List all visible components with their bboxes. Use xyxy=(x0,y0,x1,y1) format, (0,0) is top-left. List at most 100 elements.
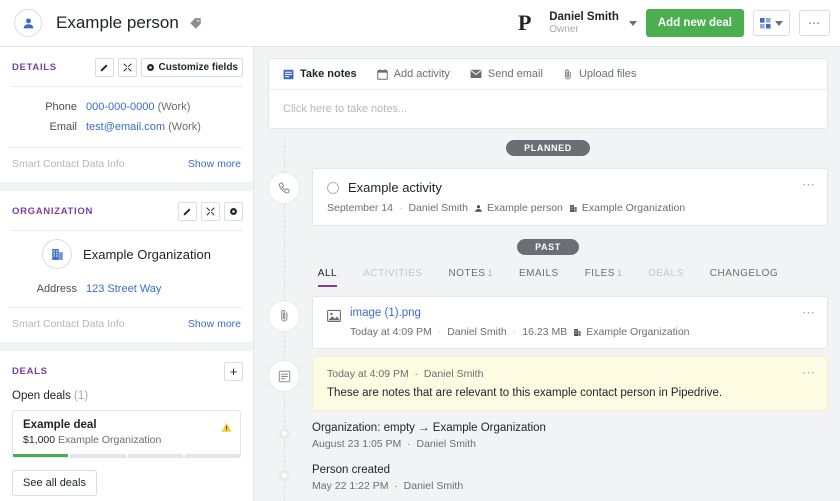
compose-box: Take notes Add activity Send email Uploa… xyxy=(268,58,828,129)
smart-contact-label: Smart Contact Data Info xyxy=(12,318,125,330)
tab-deals[interactable]: DEALS xyxy=(649,268,684,287)
file-more-button[interactable]: ⋯ xyxy=(802,306,816,319)
top-bar: Example person P Daniel Smith Owner Add … xyxy=(0,0,840,47)
activity-organization: Example Organization xyxy=(581,202,686,214)
tab-add-activity-label: Add activity xyxy=(393,68,450,80)
planned-activity-card[interactable]: ⋯ Example activity September 14 · Daniel… xyxy=(312,168,828,226)
note-meta: Today at 4:09 PM · Daniel Smith xyxy=(327,368,813,380)
details-panel-label: DETAILS xyxy=(12,62,57,73)
tag-icon[interactable] xyxy=(189,17,202,30)
tab-activities[interactable]: ACTIVITIES xyxy=(363,268,422,287)
deal-amount: $1,000 xyxy=(23,434,56,446)
planned-divider: PLANNED xyxy=(268,140,828,156)
deal-title: Example deal xyxy=(23,419,97,431)
details-fields: Phone 000-000-0000 (Work) Email test@ema… xyxy=(0,87,253,147)
details-panel: DETAILS Customize fields Phone 000-000-0… xyxy=(0,47,253,191)
note-card[interactable]: ⋯ Today at 4:09 PM · Daniel Smith These … xyxy=(312,356,828,411)
svg-text:P: P xyxy=(518,11,531,35)
file-name-link[interactable]: image (1).png xyxy=(350,307,690,319)
activity-person-chip[interactable]: Example person xyxy=(474,202,563,214)
activity-more-button[interactable]: ⋯ xyxy=(802,178,816,191)
note-time: Today at 4:09 PM xyxy=(327,368,409,380)
activity-person: Example person xyxy=(487,202,563,214)
collapse-organization-button[interactable] xyxy=(201,202,220,221)
details-show-more-link[interactable]: Show more xyxy=(188,158,241,170)
add-new-deal-button[interactable]: Add new deal xyxy=(645,9,744,37)
field-row: Email test@email.com (Work) xyxy=(0,117,253,137)
more-options-button[interactable]: ⋯ xyxy=(799,10,830,36)
tab-deals-label: DEALS xyxy=(648,268,684,279)
envelope-icon xyxy=(470,69,482,79)
grid-icon xyxy=(760,17,771,29)
pipedrive-logo-icon: P xyxy=(518,11,540,35)
organization-show-more-link[interactable]: Show more xyxy=(188,318,241,330)
person-icon xyxy=(23,17,33,28)
phone-value[interactable]: 000-000-0000 xyxy=(86,101,155,113)
changelog-meta: May 22 1:22 PM · Daniel Smith xyxy=(312,480,463,492)
user-menu[interactable]: Daniel Smith Owner xyxy=(549,11,637,36)
meta-separator: · xyxy=(391,480,401,492)
address-value[interactable]: 123 Street Way xyxy=(86,283,161,295)
activity-meta: September 14 · Daniel Smith Example pers… xyxy=(327,202,813,214)
see-all-deals-button[interactable]: See all deals xyxy=(12,470,97,496)
pencil-icon xyxy=(183,208,191,216)
email-value[interactable]: test@email.com xyxy=(86,121,165,133)
field-label: Email xyxy=(49,121,77,133)
customize-fields-button[interactable]: Customize fields xyxy=(140,58,243,77)
changelog-time: May 22 1:22 PM xyxy=(312,480,389,492)
deal-stage-segment xyxy=(184,454,240,457)
tab-add-activity[interactable]: Add activity xyxy=(376,68,450,80)
tab-activities-label: ACTIVITIES xyxy=(363,268,423,279)
organization-panel-header: ORGANIZATION xyxy=(0,191,253,230)
tab-changelog[interactable]: CHANGELOG xyxy=(710,268,778,287)
notes-input[interactable]: Click here to take notes... xyxy=(269,90,827,128)
chevron-down-icon[interactable] xyxy=(628,20,637,26)
changelog-owner: Daniel Smith xyxy=(403,480,464,492)
tab-send-email-label: Send email xyxy=(487,68,543,80)
organization-settings-button[interactable] xyxy=(224,202,243,221)
tab-files[interactable]: FILES 1 xyxy=(585,268,623,287)
file-time: Today at 4:09 PM xyxy=(350,326,432,338)
note-more-button[interactable]: ⋯ xyxy=(802,366,816,379)
edit-details-button[interactable] xyxy=(94,58,114,77)
open-deals-text: Open deals xyxy=(12,390,71,402)
activity-checkbox[interactable] xyxy=(327,181,339,194)
add-deal-button[interactable]: + xyxy=(224,362,243,381)
building-icon xyxy=(569,204,577,212)
meta-separator: · xyxy=(398,202,403,214)
warning-icon[interactable] xyxy=(221,420,232,438)
deals-panel-label: DEALS xyxy=(12,366,48,377)
paperclip-icon xyxy=(565,69,571,79)
tab-upload-files[interactable]: Upload files xyxy=(563,68,636,80)
note-icon xyxy=(268,360,300,392)
field-row: Phone 000-000-0000 (Work) xyxy=(0,97,253,117)
tab-notes[interactable]: NOTES 1 xyxy=(449,268,493,287)
deal-stage-segment xyxy=(127,454,183,457)
open-deals-label: Open deals (1) xyxy=(0,390,253,410)
organization-smart-contact-row: Smart Contact Data Info Show more xyxy=(0,308,253,342)
person-icon xyxy=(475,204,482,212)
activity-organization-chip[interactable]: Example Organization xyxy=(569,202,685,214)
organization-name[interactable]: Example Organization xyxy=(83,247,211,262)
file-card[interactable]: ⋯ image (1).png Today at 4:09 PM · Danie… xyxy=(312,296,828,349)
file-organization-chip[interactable]: Example Organization xyxy=(573,326,690,338)
collapse-details-button[interactable] xyxy=(117,58,137,77)
collapse-icon xyxy=(206,207,215,216)
apps-menu-button[interactable] xyxy=(753,10,790,36)
deal-card[interactable]: Example deal $1,000 Example Organization xyxy=(12,410,241,458)
tab-emails-label: EMAILS xyxy=(519,268,559,279)
tab-take-notes[interactable]: Take notes xyxy=(283,68,357,80)
gear-icon xyxy=(230,208,237,215)
meta-separator: · xyxy=(404,438,414,450)
edit-organization-button[interactable] xyxy=(178,202,197,221)
file-size: 16.23 MB xyxy=(522,326,568,338)
tab-emails[interactable]: EMAILS xyxy=(519,268,559,287)
changelog-title: Organization: empty → Example Organizati… xyxy=(312,422,546,434)
building-icon xyxy=(574,328,581,336)
tab-all[interactable]: ALL xyxy=(317,268,338,287)
activity-owner: Daniel Smith xyxy=(408,202,468,214)
tab-files-label: FILES xyxy=(584,268,615,279)
chevron-down-icon[interactable] xyxy=(775,20,783,26)
open-deals-count: (1) xyxy=(74,390,89,402)
tab-send-email[interactable]: Send email xyxy=(470,68,543,80)
